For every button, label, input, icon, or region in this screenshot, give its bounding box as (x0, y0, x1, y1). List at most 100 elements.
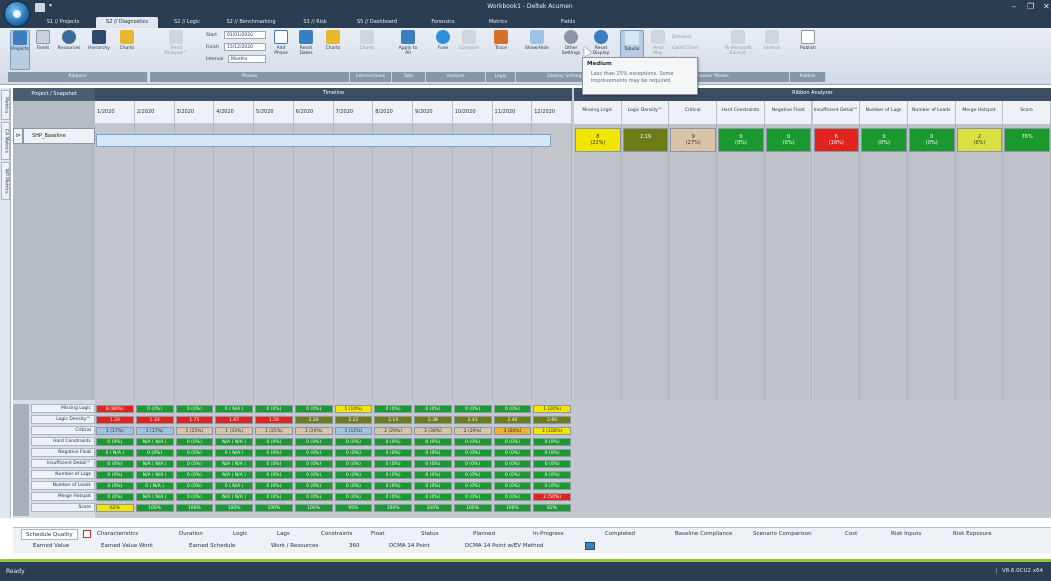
application-menu-button[interactable] (4, 1, 30, 27)
bottom-tab[interactable]: Logic (233, 531, 247, 537)
metric-cell[interactable]: 1 (33%) (215, 427, 253, 435)
project-name-cell[interactable]: SHP_Baseline (23, 128, 95, 144)
metric-cell[interactable]: 0 (0%) (294, 449, 333, 457)
bottom-tab[interactable]: Lags (277, 531, 290, 537)
metric-cell[interactable]: 0 (0%) (493, 493, 532, 501)
add-phase-button[interactable]: Add Phase (270, 30, 292, 70)
metric-cell[interactable]: 0 (0%) (374, 482, 412, 490)
analyzer-value-cell[interactable]: 6 (16%) (813, 128, 860, 152)
metric-cell[interactable]: 0 (0%) (334, 460, 373, 468)
to-microsoft-excel-button[interactable]: To Microsoft Excel® (720, 30, 756, 70)
analyzer-column-header[interactable]: Number of Lags (860, 101, 908, 124)
row-selector[interactable]: ⊳ (13, 128, 23, 144)
bottom-tab[interactable]: Duration (179, 531, 203, 537)
metric-cell[interactable]: 0 (0%) (453, 449, 492, 457)
metric-cell[interactable]: 100% (294, 504, 333, 512)
metric-cell[interactable]: 0 (0%) (493, 438, 532, 446)
analyzer-value-cell[interactable]: 76% (1004, 128, 1050, 152)
metric-cell[interactable]: 0 (0%) (294, 438, 333, 446)
metric-cell[interactable]: 100% (135, 504, 174, 512)
restore-icon[interactable]: ❐ (1027, 2, 1034, 11)
metric-cell[interactable]: 100% (175, 504, 214, 512)
metric-cell[interactable]: 1.29 (96, 416, 134, 424)
metric-cell[interactable]: 0 (0%) (175, 438, 214, 446)
metric-cell[interactable]: 0 (0%) (533, 471, 571, 479)
bottom-tab[interactable]: Baseline Compliance (675, 531, 732, 537)
metric-cell[interactable]: 0 (0%) (294, 471, 333, 479)
interval-select[interactable]: Months (228, 55, 266, 63)
metric-cell[interactable]: 0 (0%) (175, 493, 214, 501)
metric-cell[interactable]: 2 (50%) (533, 493, 571, 501)
metric-cell[interactable]: 0 (0%) (374, 405, 412, 413)
bottom-tab[interactable]: Work / Resources (271, 543, 318, 549)
metric-cell[interactable]: 0 (0%) (493, 482, 532, 490)
metric-cell[interactable]: 3 (60%) (493, 427, 532, 435)
metric-cell[interactable]: N/A ( N/A ) (135, 438, 174, 446)
bottom-tab[interactable]: Schedule Quality (21, 529, 78, 540)
metric-cell[interactable]: 0 (0%) (453, 471, 492, 479)
side-tab-wp-metrics[interactable]: WP Metrics (1, 162, 10, 200)
bottom-tab[interactable]: Earned Value (33, 543, 69, 549)
metric-cell[interactable]: 0 (0%) (96, 482, 134, 490)
metric-cell[interactable]: 2.22 (334, 416, 373, 424)
metric-cell[interactable]: 0 (0%) (493, 460, 532, 468)
metric-cell[interactable]: N/A ( N/A ) (215, 471, 253, 479)
analyzer-column-header[interactable]: Insufficient Detail™ (812, 101, 861, 124)
gantt-chart-option[interactable]: Gantt Chart (672, 46, 698, 51)
metric-cell[interactable]: 3 (100%) (533, 427, 571, 435)
metric-cell[interactable]: 0 (0%) (175, 482, 214, 490)
metric-cell[interactable]: 3 (38%) (414, 427, 452, 435)
tab-fields[interactable]: Fields (548, 17, 588, 28)
metric-cell[interactable]: 62% (96, 504, 134, 512)
finish-date-field[interactable]: 15/12/2020 (224, 43, 266, 51)
charts-button[interactable]: Charts (116, 30, 138, 70)
metric-cell[interactable]: 0 (0%) (334, 449, 373, 457)
metric-cell[interactable]: 0 (0%) (334, 482, 373, 490)
analyzer-value-cell[interactable]: 0 (0%) (908, 128, 955, 152)
schedule-quality-icon[interactable] (83, 530, 91, 538)
analyzer-value-cell[interactable]: 0 (0%) (861, 128, 907, 152)
projects-button[interactable]: Projects (10, 30, 30, 70)
metric-cell[interactable]: 1.33 (135, 416, 174, 424)
tab-forensics[interactable]: Forensics (418, 17, 468, 28)
metric-cell[interactable]: 0 (0%) (414, 493, 452, 501)
metric-cell[interactable]: 0 (0%) (414, 460, 452, 468)
metric-cell[interactable]: 0 (0%) (414, 438, 452, 446)
bottom-tab[interactable]: Risk Exposure (953, 531, 992, 537)
metric-cell[interactable]: 0 (0%) (533, 438, 571, 446)
metric-cell[interactable]: 0 ( N/A ) (135, 482, 174, 490)
metric-cell[interactable]: 0 (0%) (493, 405, 532, 413)
metric-cell[interactable]: 0 (0%) (255, 438, 293, 446)
metric-cell[interactable]: 0 (0%) (414, 405, 452, 413)
metric-cell[interactable]: N/A ( N/A ) (215, 493, 253, 501)
reset-dates-button[interactable]: Reset Dates (294, 30, 318, 70)
metric-cell[interactable]: 0 (0%) (374, 449, 412, 457)
metric-cell[interactable]: 0 (0%) (175, 405, 214, 413)
side-tab-ca-metrics[interactable]: CA Metrics (1, 122, 10, 160)
metric-cell[interactable]: 0 (0%) (255, 405, 293, 413)
metric-cell[interactable]: 2.20 (294, 416, 333, 424)
analyzer-value-cell[interactable]: 0 (0%) (765, 128, 812, 152)
metric-cell[interactable]: 0 (0%) (96, 493, 134, 501)
metric-cell[interactable]: 0 (0%) (533, 460, 571, 468)
metric-cell[interactable]: 0 (0%) (96, 471, 134, 479)
close-icon[interactable]: ✕ (1043, 2, 1050, 11)
metric-cell[interactable]: 0 (0%) (374, 471, 412, 479)
bottom-tab[interactable]: Float (371, 531, 385, 537)
metric-cell[interactable]: 0 (0%) (453, 438, 492, 446)
metric-cell[interactable]: 0 (0%) (255, 482, 293, 490)
metric-cell[interactable]: 0 (0%) (255, 460, 293, 468)
metric-cell[interactable]: 0 (0%) (334, 471, 373, 479)
intersection-charts-button[interactable]: Charts (352, 30, 382, 70)
metric-cell[interactable]: 0 (0%) (255, 493, 293, 501)
metric-cell[interactable]: 100% (374, 504, 412, 512)
metric-cell[interactable]: 100% (453, 504, 492, 512)
tab-s2-logic[interactable]: S2 // Logic (162, 17, 212, 28)
metric-cell[interactable]: 2.38 (414, 416, 452, 424)
tab-s1-projects[interactable]: S1 // Projects (32, 17, 94, 28)
tab-metrics[interactable]: Metrics (476, 17, 520, 28)
metric-cell[interactable]: 1 (25%) (255, 427, 293, 435)
metric-cell[interactable]: 1.75 (175, 416, 214, 424)
metric-cell[interactable]: 95% (334, 504, 373, 512)
tab-s2-benchmarking[interactable]: S2 // Benchmarking (216, 17, 286, 28)
